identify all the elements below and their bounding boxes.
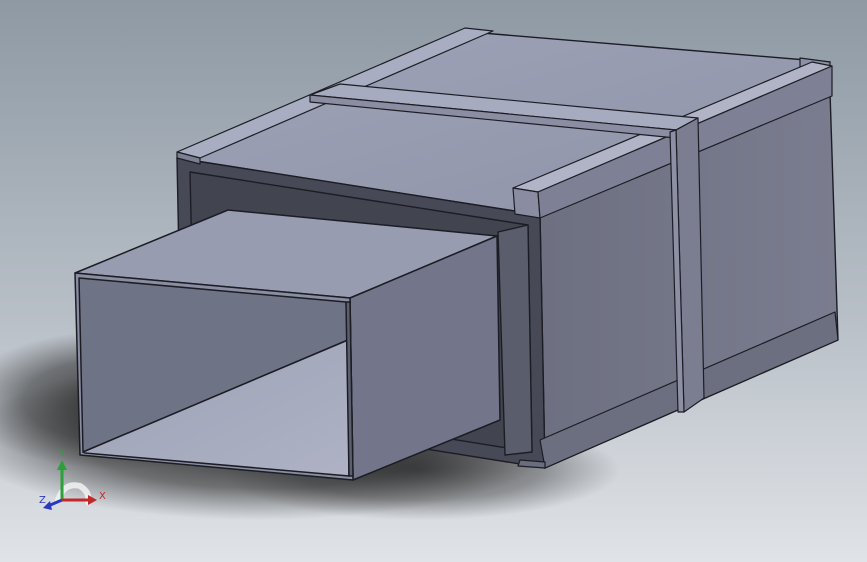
graphics-viewport[interactable]: Y X Z: [0, 0, 867, 562]
triad-z-label: Z: [39, 495, 46, 506]
inner-duct[interactable]: [74, 209, 501, 481]
model-view[interactable]: Y X Z: [0, 0, 867, 562]
triad-x-label: X: [99, 491, 106, 502]
triad-y-label: Y: [58, 448, 66, 459]
